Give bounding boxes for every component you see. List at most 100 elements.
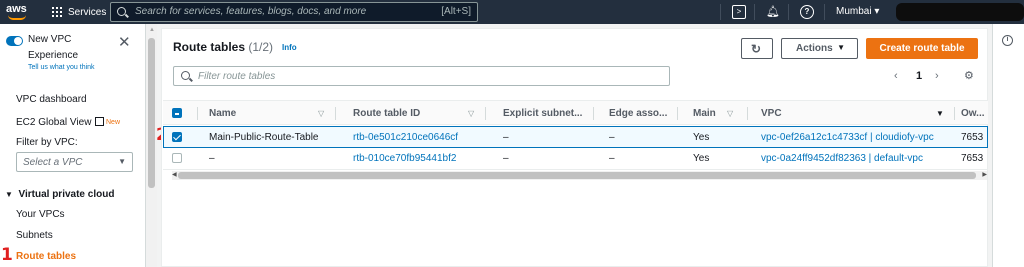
table-horizontal-scrollbar[interactable]: ◀ ▶ (172, 171, 987, 180)
nav-divider (788, 4, 789, 20)
bell-icon[interactable]: 🔔︎ (766, 5, 780, 19)
column-header-main[interactable]: Main (693, 108, 716, 119)
new-vpc-experience-toggle[interactable] (6, 36, 23, 46)
sort-descending-icon[interactable]: ▼ (936, 109, 944, 118)
info-icon[interactable]: i (1002, 35, 1013, 46)
sidebar-section-virtual-private-cloud[interactable]: ▼ Virtual private cloud (5, 189, 114, 200)
cloudshell-icon[interactable]: > (732, 5, 746, 19)
column-header-name[interactable]: Name (209, 108, 236, 119)
services-menu-button[interactable]: Services (52, 5, 106, 19)
services-label: Services (68, 6, 107, 18)
global-search-placeholder: Search for services, features, blogs, do… (135, 6, 367, 17)
aws-logo-text: aws (6, 3, 27, 15)
cell-owner: 7653 (961, 153, 984, 164)
create-route-table-label: Create route table (879, 43, 965, 54)
cell-owner: 7653 (961, 132, 984, 143)
region-selector[interactable]: Mumbai ▾ (836, 6, 879, 17)
cell-vpc-link[interactable]: vpc-0a24ff9452df82363 | default-vpc (761, 153, 923, 164)
gear-icon[interactable]: ⚙ (964, 69, 974, 82)
new-vpc-experience-label-2: Experience (28, 50, 79, 61)
column-header-vpc[interactable]: VPC (761, 108, 782, 119)
sidebar-item-subnets[interactable]: Subnets (16, 230, 53, 241)
vpc-sidebar: New VPC Experience Tell us what you thin… (0, 24, 146, 267)
nav-divider (824, 4, 825, 20)
chevron-right-icon[interactable]: › (935, 70, 939, 82)
info-link[interactable]: Info (282, 43, 297, 52)
scrollbar-thumb[interactable] (148, 38, 155, 188)
sidebar-item-ec2-global-view[interactable]: EC2 Global View (16, 117, 105, 128)
caret-down-icon: ▼ (118, 157, 126, 166)
scroll-right-icon[interactable]: ▶ (982, 171, 987, 178)
select-all-checkbox[interactable] (172, 108, 182, 118)
filter-placeholder: Filter route tables (198, 71, 276, 82)
column-divider (747, 107, 748, 120)
sidebar-scrollbar[interactable]: ▲ (146, 24, 157, 267)
chevron-left-icon[interactable]: ‹ (894, 70, 898, 82)
column-header-route-table-id[interactable]: Route table ID (353, 108, 420, 119)
page-title-text: Route tables (173, 40, 246, 54)
create-route-table-button[interactable]: Create route table (866, 38, 978, 59)
account-menu-redacted[interactable] (896, 3, 1024, 21)
vpc-filter-placeholder: Select a VPC (23, 157, 83, 168)
global-search-input[interactable]: Search for services, features, blogs, do… (110, 2, 478, 22)
vpc-filter-select[interactable]: Select a VPC ▼ (16, 152, 133, 172)
column-header-edge-association[interactable]: Edge asso... (609, 108, 667, 119)
grid-icon (52, 7, 62, 17)
sort-icon[interactable]: ▽ (318, 109, 324, 118)
page-number[interactable]: 1 (916, 70, 922, 82)
close-icon[interactable]: ✕ (118, 35, 131, 50)
cell-explicit-subnet: – (503, 132, 509, 143)
page-title: Route tables (1/2) (173, 40, 273, 54)
column-divider (197, 107, 198, 120)
sidebar-item-route-tables[interactable]: Route tables (16, 251, 76, 262)
cell-edge-association: – (609, 132, 615, 143)
top-navigation-bar: aws Services Search for services, featur… (0, 0, 1024, 24)
column-header-owner[interactable]: Ow... (961, 108, 985, 119)
table-header: Name ▽ Route table ID ▽ Explicit subnet.… (163, 100, 988, 125)
nav-divider (720, 4, 721, 20)
caret-down-icon: ▼ (837, 43, 845, 52)
cell-main: Yes (693, 132, 710, 143)
cell-vpc-link[interactable]: vpc-0ef26a12c1c4733cf | cloudiofy-vpc (761, 132, 934, 143)
row-checkbox[interactable] (172, 132, 182, 142)
row-checkbox[interactable] (172, 153, 182, 163)
cell-route-table-id-link[interactable]: rtb-0e501c210ce0646cf (353, 132, 458, 143)
sort-icon[interactable]: ▽ (468, 109, 474, 118)
sidebar-item-vpc-dashboard[interactable]: VPC dashboard (16, 94, 87, 105)
aws-logo[interactable]: aws (6, 3, 30, 21)
new-vpc-experience-label: New VPC (28, 34, 72, 45)
sort-icon[interactable]: ▽ (727, 109, 733, 118)
column-divider (335, 107, 336, 120)
annotation-step-1: 1 (1, 245, 13, 265)
cell-name: – (209, 153, 215, 164)
actions-dropdown-button[interactable]: Actions ▼ (781, 38, 858, 59)
selection-count: (1/2) (248, 40, 274, 54)
sidebar-item-your-vpcs[interactable]: Your VPCs (16, 209, 65, 220)
scroll-left-icon[interactable]: ◀ (172, 171, 177, 178)
filter-by-vpc-label: Filter by VPC: (16, 137, 78, 148)
column-divider (677, 107, 678, 120)
column-divider (593, 107, 594, 120)
cell-main: Yes (693, 153, 710, 164)
filter-route-tables-input[interactable]: Filter route tables (173, 66, 670, 86)
refresh-icon: ↻ (751, 42, 762, 56)
help-icon[interactable]: ? (800, 5, 814, 19)
column-divider (485, 107, 486, 120)
table-row[interactable]: – rtb-010ce70fb95441bf2 – – Yes vpc-0a24… (163, 148, 988, 170)
cell-route-table-id-link[interactable]: rtb-010ce70fb95441bf2 (353, 153, 456, 164)
cell-name: Main-Public-Route-Table (209, 132, 319, 143)
actions-label: Actions (796, 43, 833, 54)
column-header-explicit-subnet[interactable]: Explicit subnet... (503, 108, 582, 119)
external-link-icon (95, 117, 105, 126)
cell-explicit-subnet: – (503, 153, 509, 164)
table-row[interactable]: Main-Public-Route-Table rtb-0e501c210ce0… (163, 126, 988, 148)
feedback-link[interactable]: Tell us what you think (28, 64, 95, 71)
sidebar-section-label: Virtual private cloud (18, 189, 115, 200)
caret-down-icon: ▼ (5, 190, 13, 199)
sidebar-item-label: EC2 Global View (16, 117, 92, 128)
search-icon (181, 71, 190, 80)
scrollbar-thumb[interactable] (178, 172, 976, 179)
new-badge: New (106, 119, 121, 126)
refresh-button[interactable]: ↻ (741, 38, 773, 59)
nav-divider (754, 4, 755, 20)
